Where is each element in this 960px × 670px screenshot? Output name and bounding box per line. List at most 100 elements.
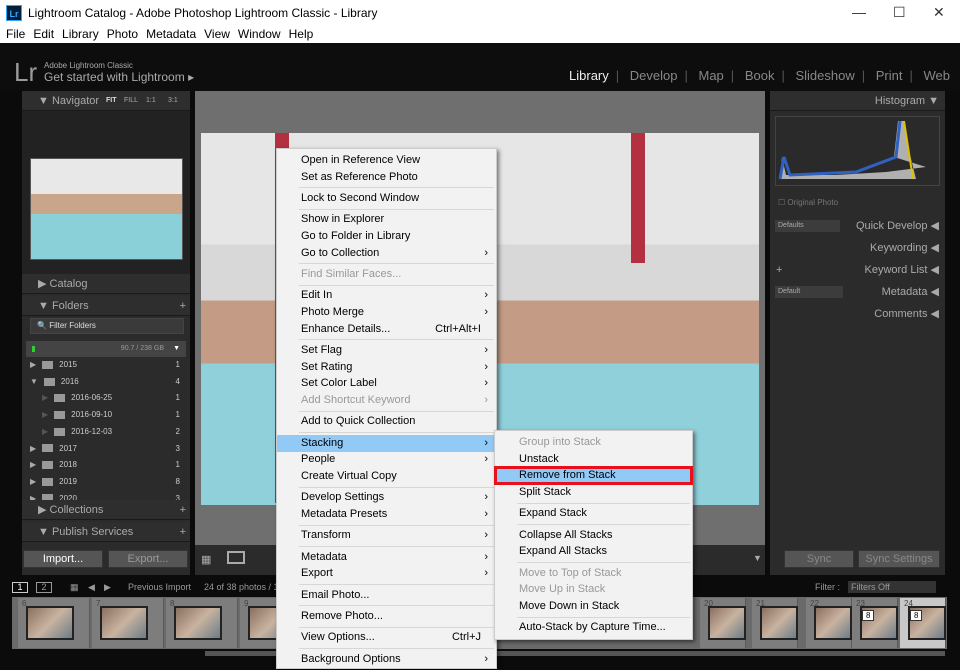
menu-edit[interactable]: Edit: [33, 27, 54, 41]
close-button[interactable]: ✕: [933, 4, 945, 21]
zoom-3-1[interactable]: 3:1: [168, 91, 178, 111]
zoom-fill[interactable]: FILL: [124, 91, 138, 111]
publish-header[interactable]: ▼ Publish Services +: [22, 522, 190, 542]
menu-metadata[interactable]: Metadata: [146, 27, 196, 41]
menu-item-find-similar-faces[interactable]: Find Similar Faces...: [277, 266, 496, 283]
disclosure-icon[interactable]: ▶: [30, 444, 36, 453]
add-keyword-icon[interactable]: +: [776, 260, 782, 280]
metadata-header[interactable]: Default Metadata ◀: [770, 282, 945, 302]
menu-item-expand-stack[interactable]: Expand Stack: [495, 505, 692, 522]
original-photo-checkbox[interactable]: ☐ Original Photo: [778, 198, 838, 207]
disclosure-icon[interactable]: ▼: [30, 377, 38, 386]
menu-item-edit-in[interactable]: Edit In ›: [277, 287, 496, 304]
grid-view-icon[interactable]: ▦: [201, 553, 211, 566]
screen-1-button[interactable]: 1: [12, 582, 28, 593]
menu-item-collapse-all-stacks[interactable]: Collapse All Stacks: [495, 527, 692, 544]
filmstrip-cell[interactable]: 20: [700, 598, 746, 648]
folder-item[interactable]: ▼ 2016 4: [30, 375, 180, 389]
folders-header[interactable]: ▼ Folders +: [22, 296, 190, 316]
add-collection-icon[interactable]: +: [180, 500, 186, 520]
menu-photo[interactable]: Photo: [107, 27, 138, 41]
menu-item-create-virtual-copy[interactable]: Create Virtual Copy: [277, 468, 496, 485]
metadata-preset-select[interactable]: Default: [775, 286, 843, 298]
navigator-preview[interactable]: [22, 111, 190, 276]
menu-item-go-to-folder-in-library[interactable]: Go to Folder in Library: [277, 228, 496, 245]
add-publish-icon[interactable]: +: [180, 522, 186, 542]
navigator-header[interactable]: ▼ Navigator FIT FILL 1:1 3:1: [22, 91, 190, 111]
menu-item-enhance-details[interactable]: Enhance Details... Ctrl+Alt+I: [277, 321, 496, 338]
folder-item[interactable]: ▶ 2017 3: [30, 442, 180, 456]
module-print[interactable]: Print: [876, 68, 903, 83]
photo-thumbnail[interactable]: [100, 606, 148, 640]
photo-thumbnail[interactable]: [708, 606, 746, 640]
filmstrip-cell[interactable]: 23 8: [852, 598, 898, 648]
disclosure-icon[interactable]: ▶: [42, 393, 48, 402]
menu-item-remove-photo[interactable]: Remove Photo...: [277, 608, 496, 625]
filmstrip-cell[interactable]: 24 8: [900, 598, 946, 648]
folder-item[interactable]: ▶ 2016-09-10 1: [42, 408, 180, 422]
menu-item-view-options[interactable]: View Options... Ctrl+J: [277, 629, 496, 646]
folder-item[interactable]: ▶ 2015 1: [30, 358, 180, 372]
folder-item[interactable]: ▶ 2016-06-25 1: [42, 391, 180, 405]
minimize-button[interactable]: —: [852, 4, 866, 20]
filmstrip-cell[interactable]: 21: [752, 598, 798, 648]
menu-item-move-to-top-of-stack[interactable]: Move to Top of Stack: [495, 565, 692, 582]
menu-view[interactable]: View: [204, 27, 230, 41]
volume-menu-icon[interactable]: ▼: [173, 341, 180, 357]
menu-item-set-as-reference-photo[interactable]: Set as Reference Photo: [277, 169, 496, 186]
disclosure-icon[interactable]: ▶: [42, 427, 48, 436]
collections-header[interactable]: ▶ Collections +: [22, 500, 190, 520]
filter-folders-input[interactable]: 🔍 Filter Folders: [30, 318, 184, 334]
maximize-button[interactable]: ☐: [893, 4, 906, 21]
back-arrow-icon[interactable]: ◀: [88, 578, 95, 596]
menu-item-go-to-collection[interactable]: Go to Collection ›: [277, 245, 496, 262]
menu-item-export[interactable]: Export ›: [277, 565, 496, 582]
menu-item-email-photo[interactable]: Email Photo...: [277, 587, 496, 604]
menu-item-metadata[interactable]: Metadata ›: [277, 549, 496, 566]
module-library[interactable]: Library: [569, 68, 609, 83]
menu-item-background-options[interactable]: Background Options ›: [277, 651, 496, 668]
loupe-view-icon[interactable]: [227, 551, 245, 564]
sync-button[interactable]: Sync: [784, 550, 854, 568]
volume-bar[interactable]: 90.7 / 238 GB ▼: [26, 341, 186, 357]
menu-item-move-up-in-stack[interactable]: Move Up in Stack: [495, 581, 692, 598]
menu-item-stacking[interactable]: Stacking ›: [277, 434, 496, 452]
disclosure-icon[interactable]: ▶: [30, 360, 36, 369]
module-map[interactable]: Map: [699, 68, 724, 83]
menu-item-set-flag[interactable]: Set Flag ›: [277, 342, 496, 359]
menu-item-unstack[interactable]: Unstack: [495, 451, 692, 468]
disclosure-icon[interactable]: ▶: [30, 460, 36, 469]
filmstrip-cell[interactable]: 7: [92, 598, 164, 648]
comments-header[interactable]: Comments ◀: [770, 304, 945, 324]
zoom-fit[interactable]: FIT: [106, 91, 117, 111]
module-develop[interactable]: Develop: [630, 68, 678, 83]
catalog-header[interactable]: ▶ Catalog: [22, 274, 190, 294]
module-book[interactable]: Book: [745, 68, 775, 83]
histogram-header[interactable]: Histogram ▼: [770, 91, 945, 111]
menu-file[interactable]: File: [6, 27, 25, 41]
photo-thumbnail[interactable]: [174, 606, 222, 640]
disclosure-icon[interactable]: ▶: [42, 410, 48, 419]
keywording-header[interactable]: Keywording ◀: [770, 238, 945, 258]
menu-item-lock-to-second-window[interactable]: Lock to Second Window: [277, 190, 496, 207]
menu-item-people[interactable]: People ›: [277, 451, 496, 468]
menu-item-group-into-stack[interactable]: Group into Stack: [495, 434, 692, 451]
export-button[interactable]: Export...: [108, 550, 188, 568]
forward-arrow-icon[interactable]: ▶: [104, 578, 111, 596]
toolbar-menu-icon[interactable]: ▼: [753, 553, 762, 563]
defaults-select[interactable]: Defaults: [775, 220, 840, 232]
filmstrip-cell[interactable]: 6: [18, 598, 90, 648]
photo-thumbnail[interactable]: [814, 606, 852, 640]
folder-item[interactable]: ▶ 2018 1: [30, 458, 180, 472]
filter-select[interactable]: Filters Off: [848, 581, 936, 593]
menu-item-open-in-reference-view[interactable]: Open in Reference View: [277, 152, 496, 169]
menu-help[interactable]: Help: [289, 27, 314, 41]
filmstrip-cell[interactable]: 8: [166, 598, 238, 648]
import-button[interactable]: Import...: [23, 550, 103, 568]
menu-item-develop-settings[interactable]: Develop Settings ›: [277, 489, 496, 506]
module-web[interactable]: Web: [924, 68, 951, 83]
add-folder-icon[interactable]: +: [180, 296, 186, 316]
photo-thumbnail[interactable]: [26, 606, 74, 640]
menu-item-split-stack[interactable]: Split Stack: [495, 484, 692, 501]
source-label[interactable]: Previous Import: [128, 578, 191, 596]
